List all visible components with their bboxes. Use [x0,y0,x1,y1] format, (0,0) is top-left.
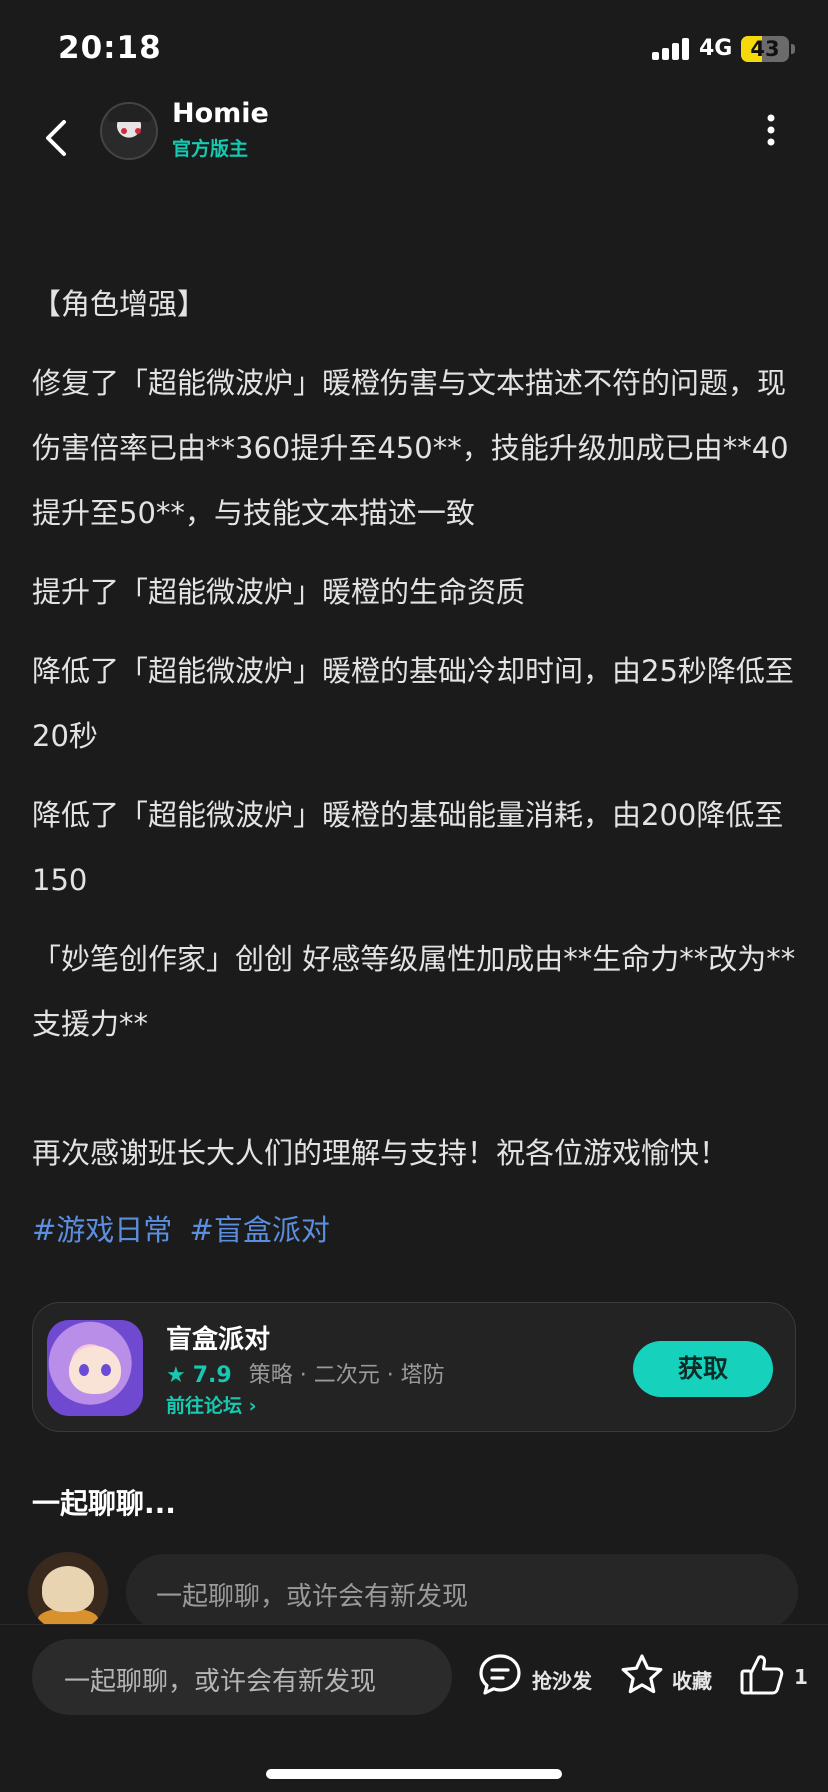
post-paragraph: 降低了「超能微波炉」暖橙的基础冷却时间，由25秒降低至20秒 [32,654,794,753]
status-bar: 20:18 4G 43 [0,0,828,96]
user-role-badge: 官方版主 [172,138,249,160]
bottom-comment-input[interactable]: 一起聊聊，或许会有新发现 [32,1639,452,1715]
post-header: Homie 官方版主 [0,96,828,188]
network-type: 4G [699,36,733,61]
like-count: 1 [794,1665,808,1689]
post-section-title: 【角色增强】 [32,287,207,321]
tag-link[interactable]: #盲盒派对 [190,1213,330,1247]
star-icon [621,1654,663,1694]
user-name[interactable]: Homie [172,98,269,129]
get-button[interactable]: 获取 [633,1341,773,1397]
post-content: 【角色增强】 修复了「超能微波炉」暖橙伤害与文本描述不符的问题，现伤害倍率已由*… [32,272,802,1260]
comment-input-placeholder: 一起聊聊，或许会有新发现 [156,1582,469,1612]
status-time: 20:18 [58,30,162,66]
chevron-left-icon [46,120,66,156]
tag-link[interactable]: #游戏日常 [32,1213,172,1247]
game-card[interactable]: 盲盒派对 ★ 7.9 策略 · 二次元 · 塔防 前往论坛 › 获取 [32,1302,796,1432]
favorite-label: 收藏 [672,1669,712,1693]
bottom-input-placeholder: 一起聊聊，或许会有新发现 [64,1667,377,1697]
post-paragraph: 降低了「超能微波炉」暖橙的基础能量消耗，由200降低至150 [32,798,784,897]
favorite-button[interactable]: 收藏 [618,1651,718,1705]
screen: 20:18 4G 43 Homie 官方版主 【角色增强】 修复了「超能微波炉」… [0,0,828,1792]
forum-link[interactable]: 前往论坛 › [166,1391,256,1418]
game-rating: 7.9 [192,1363,232,1388]
thumbs-up-icon [740,1655,784,1695]
game-icon [47,1320,143,1416]
post-paragraph: 再次感谢班长大人们的理解与支持！祝各位游戏愉快！ [32,1136,729,1170]
home-indicator [266,1769,562,1779]
back-button[interactable] [36,108,80,168]
avatar[interactable] [100,102,158,160]
comment-icon [479,1654,521,1695]
battery-tip [791,44,795,54]
post-paragraph: 提升了「超能微波炉」暖橙的生命资质 [32,575,526,609]
signal-icon [652,38,692,60]
more-button[interactable] [754,110,788,150]
bottom-action-bar: 一起聊聊，或许会有新发现 抢沙发 收藏 1 [0,1624,828,1792]
sofa-button[interactable]: 抢沙发 [476,1651,592,1705]
game-name: 盲盒派对 [166,1325,271,1355]
current-user-avatar [28,1552,108,1632]
battery-icon: 43 [741,36,789,62]
chat-section-title: 一起聊聊... [32,1487,176,1520]
sofa-label: 抢沙发 [532,1669,592,1693]
game-meta: ★ 7.9 策略 · 二次元 · 塔防 [166,1357,445,1389]
like-button[interactable]: 1 [738,1651,808,1705]
tag-list: #游戏日常 #盲盒派对 [32,1200,802,1260]
rating-star-icon: ★ [166,1363,186,1388]
post-paragraph: 修复了「超能微波炉」暖橙伤害与文本描述不符的问题，现伤害倍率已由**360提升至… [32,366,789,530]
battery-level: 43 [750,37,780,61]
game-categories: 策略 · 二次元 · 塔防 [248,1363,445,1388]
comment-input[interactable]: 一起聊聊，或许会有新发现 [126,1554,798,1630]
more-vertical-icon [767,114,775,146]
post-paragraph: 「妙笔创作家」创创 好感等级属性加成由**生命力**改为**支援力** [32,942,796,1041]
